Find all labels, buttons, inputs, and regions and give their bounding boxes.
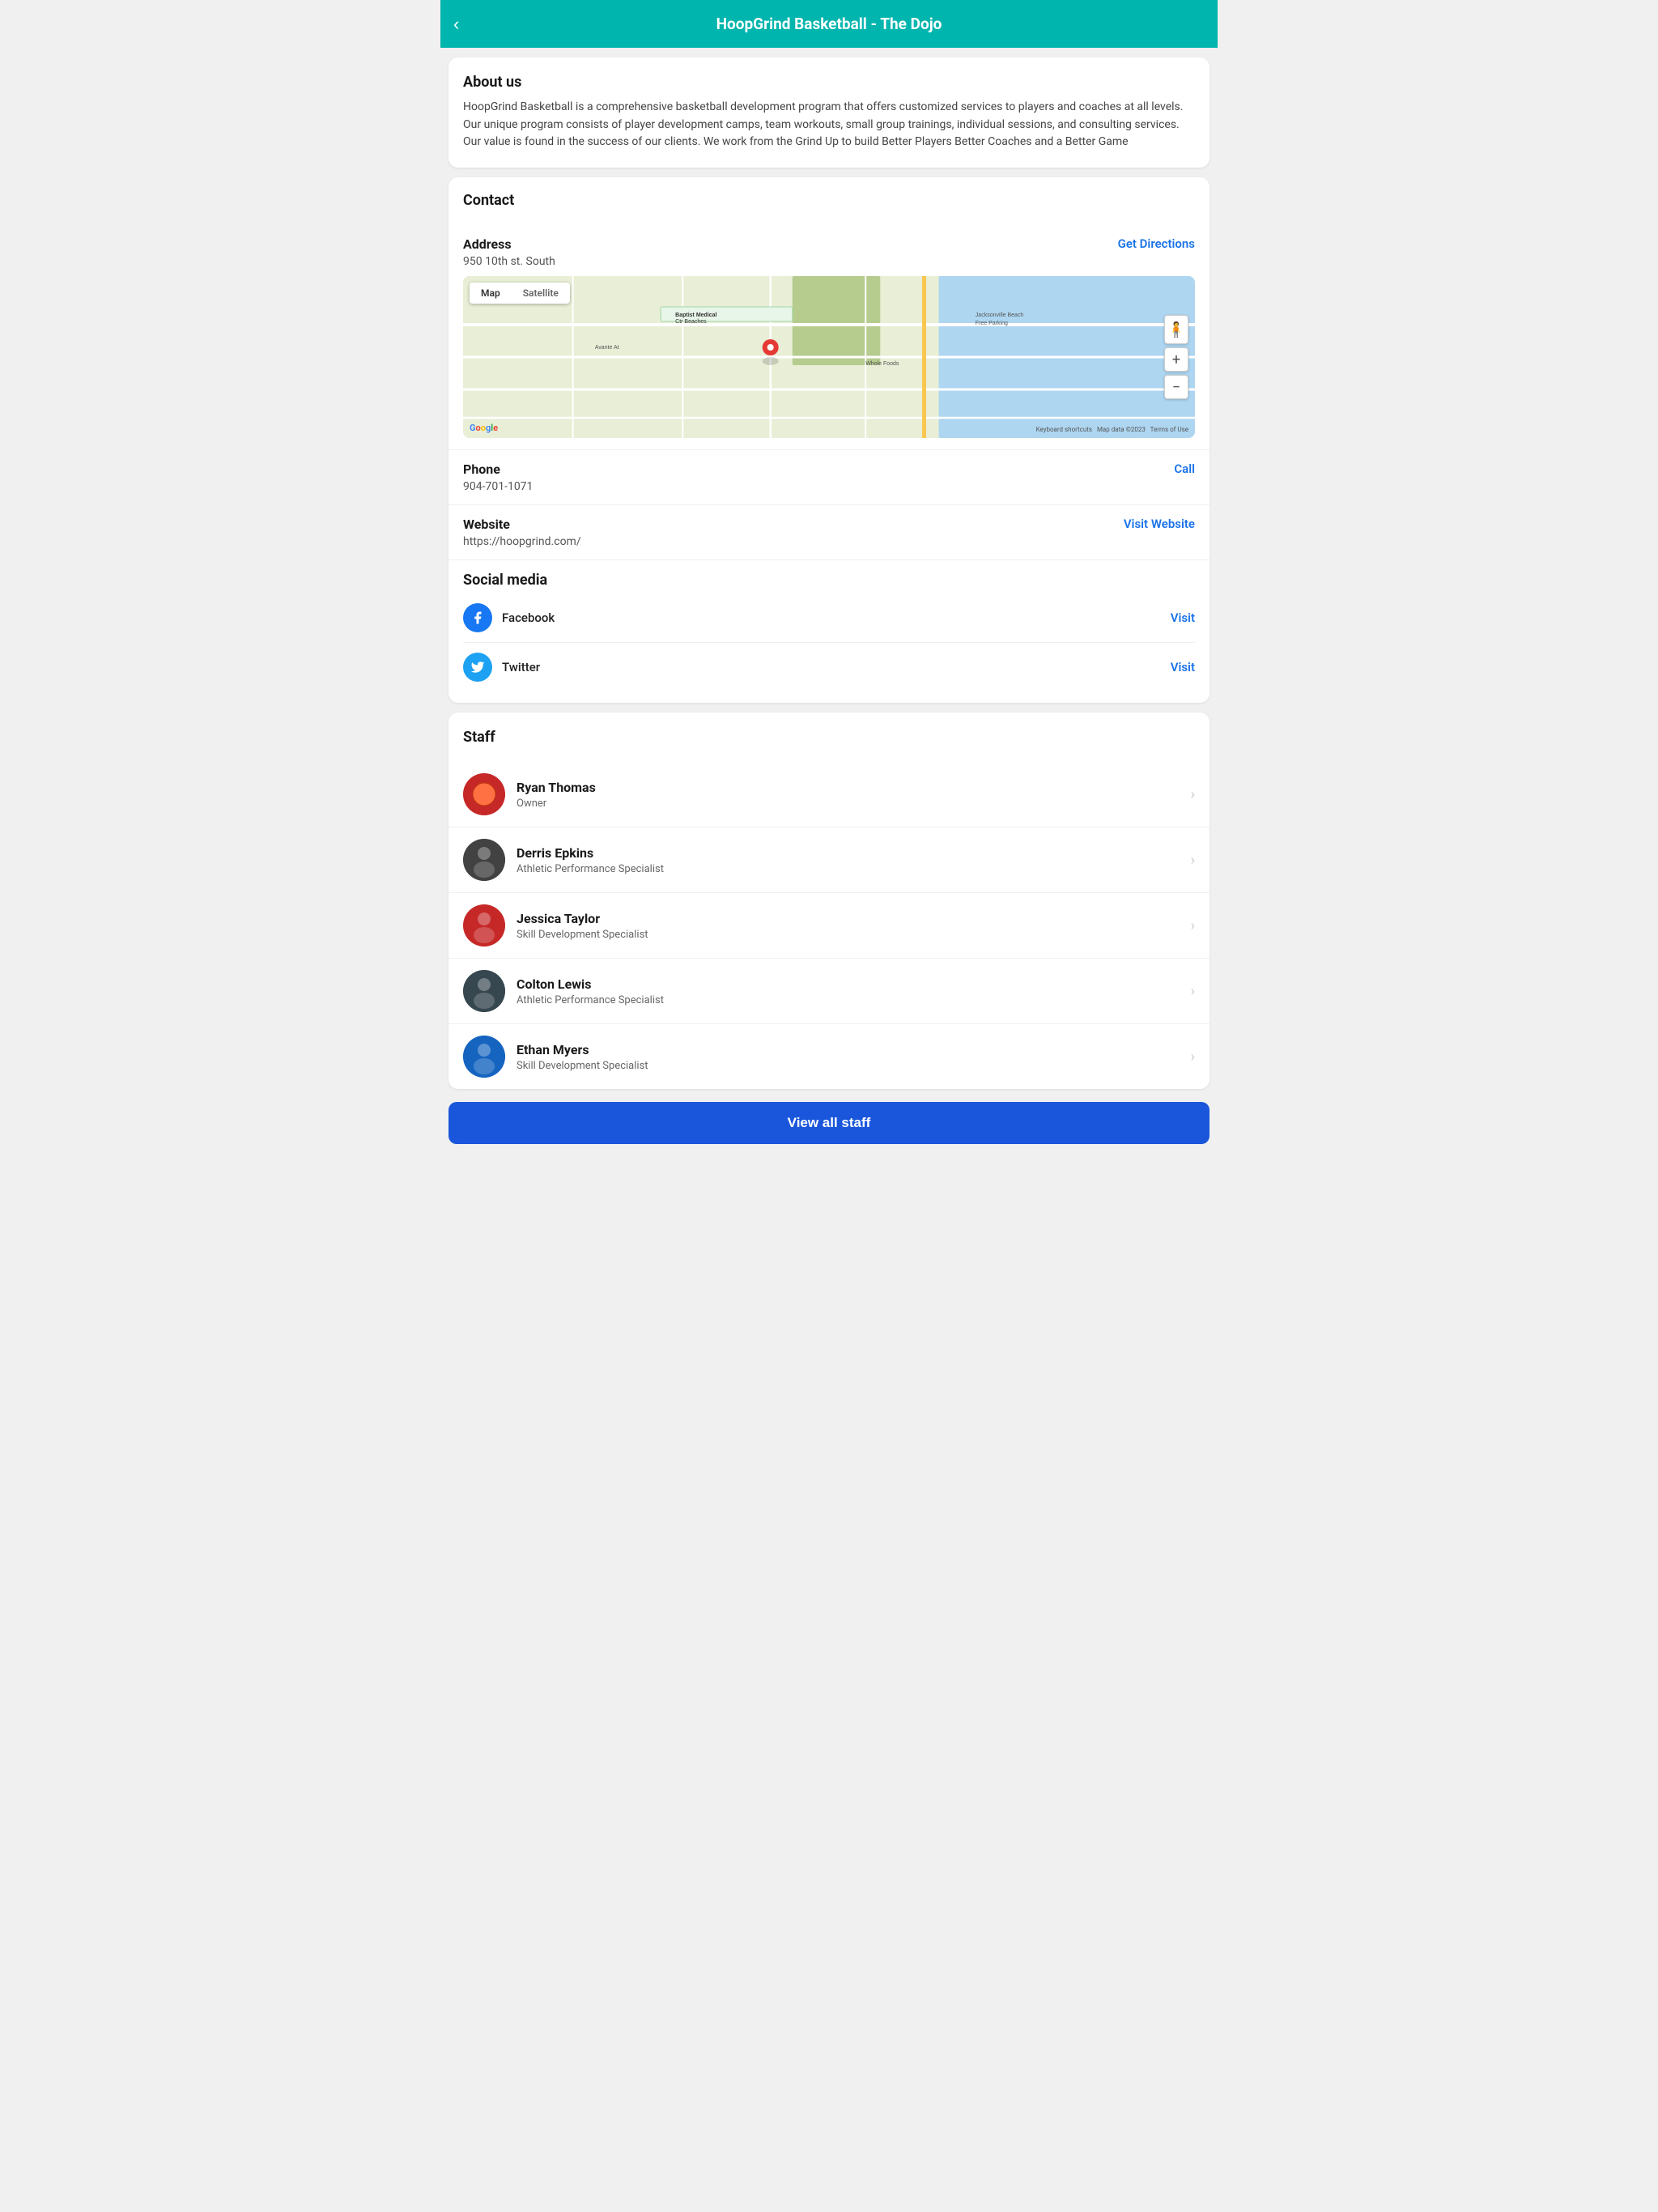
staff-member-name: Derris Epkins	[517, 845, 1191, 861]
zoom-in-button[interactable]: +	[1164, 347, 1188, 372]
staff-title: Staff	[463, 729, 1195, 746]
staff-info: Jessica Taylor Skill Development Speciali…	[517, 911, 1191, 941]
staff-row[interactable]: Colton Lewis Athletic Performance Special…	[449, 958, 1209, 1023]
chevron-right-icon: ›	[1191, 852, 1195, 869]
staff-member-name: Ethan Myers	[517, 1042, 1191, 1057]
staff-info: Colton Lewis Athletic Performance Special…	[517, 976, 1191, 1006]
zoom-out-button[interactable]: −	[1164, 375, 1188, 399]
contact-section: Contact Address Get Directions 950 10th …	[449, 177, 1209, 703]
svg-text:Ctr Beaches: Ctr Beaches	[675, 319, 707, 325]
phone-value: 904-701-1071	[463, 480, 1195, 493]
svg-text:Jacksonville Beach: Jacksonville Beach	[976, 313, 1024, 318]
map-credits: Keyboard shortcuts Map data ©2023 Terms …	[1036, 426, 1188, 433]
map-tab-map[interactable]: Map	[470, 283, 512, 304]
staff-info: Ryan Thomas Owner	[517, 780, 1191, 810]
staff-row[interactable]: Jessica Taylor Skill Development Speciali…	[449, 892, 1209, 958]
staff-info: Derris Epkins Athletic Performance Specia…	[517, 845, 1191, 875]
map-tab-satellite[interactable]: Satellite	[512, 283, 570, 304]
about-section: About us HoopGrind Basketball is a compr…	[449, 57, 1209, 168]
chevron-right-icon: ›	[1191, 1049, 1195, 1066]
website-value: https://hoopgrind.com/	[463, 535, 1195, 548]
facebook-label: Facebook	[502, 610, 555, 625]
page-title: HoopGrind Basketball - The Dojo	[716, 15, 942, 33]
map-container: Jacksonville Beach Avante At Jacksonvill…	[463, 276, 1195, 438]
staff-member-role: Athletic Performance Specialist	[517, 863, 1191, 875]
visit-website-link[interactable]: Visit Website	[1124, 517, 1195, 531]
twitter-icon	[463, 653, 492, 682]
staff-avatar	[463, 773, 505, 815]
staff-member-role: Athletic Performance Specialist	[517, 994, 1191, 1006]
staff-member-name: Ryan Thomas	[517, 780, 1191, 795]
get-directions-link[interactable]: Get Directions	[1118, 236, 1195, 251]
address-value: 950 10th st. South	[463, 255, 1195, 268]
staff-member-role: Owner	[517, 798, 1191, 810]
facebook-visit-link[interactable]: Visit	[1171, 610, 1195, 625]
staff-row[interactable]: Ethan Myers Skill Development Specialist›	[449, 1023, 1209, 1089]
street-view-button[interactable]: 🧍	[1164, 315, 1188, 344]
address-label: Address	[463, 236, 512, 252]
svg-text:Free Parking: Free Parking	[976, 321, 1008, 326]
svg-text:Whole Foods: Whole Foods	[865, 361, 899, 367]
staff-row[interactable]: Derris Epkins Athletic Performance Specia…	[449, 827, 1209, 892]
google-logo: Google	[470, 423, 498, 433]
staff-section: Staff Ryan ThomasOwner›Derris EpkinsAthl…	[449, 713, 1209, 1089]
website-row: Website Visit Website https://hoopgrind.…	[449, 505, 1209, 560]
twitter-label: Twitter	[502, 660, 540, 674]
twitter-visit-link[interactable]: Visit	[1171, 660, 1195, 674]
chevron-right-icon: ›	[1191, 917, 1195, 934]
social-media-title: Social media	[463, 572, 1195, 589]
about-title: About us	[463, 74, 1195, 91]
social-media-section: Social media Facebook Visit Twitte	[449, 560, 1209, 703]
back-button[interactable]: ‹	[453, 14, 459, 35]
address-row: Address Get Directions 950 10th st. Sout…	[449, 225, 1209, 450]
facebook-icon	[463, 603, 492, 632]
about-description: HoopGrind Basketball is a comprehensive …	[463, 99, 1195, 151]
staff-avatar	[463, 904, 505, 946]
chevron-right-icon: ›	[1191, 983, 1195, 1000]
staff-member-name: Colton Lewis	[517, 976, 1191, 992]
svg-text:Baptist Medical: Baptist Medical	[675, 313, 716, 318]
call-link[interactable]: Call	[1174, 462, 1195, 476]
staff-member-role: Skill Development Specialist	[517, 1060, 1191, 1072]
header: ‹ HoopGrind Basketball - The Dojo	[440, 0, 1218, 48]
staff-row[interactable]: Ryan Thomas Owner›	[449, 762, 1209, 827]
facebook-row: Facebook Visit	[463, 593, 1195, 643]
staff-member-name: Jessica Taylor	[517, 911, 1191, 926]
map-controls: 🧍 + −	[1164, 315, 1188, 399]
staff-info: Ethan Myers Skill Development Specialist	[517, 1042, 1191, 1072]
contact-title: Contact	[463, 192, 1195, 209]
staff-avatar	[463, 839, 505, 881]
twitter-row: Twitter Visit	[463, 643, 1195, 691]
chevron-right-icon: ›	[1191, 786, 1195, 803]
phone-label: Phone	[463, 462, 500, 477]
staff-list: Ryan ThomasOwner›Derris EpkinsAthletic P…	[449, 762, 1209, 1089]
view-all-staff-button[interactable]: View all staff	[449, 1102, 1209, 1144]
staff-avatar	[463, 970, 505, 1012]
svg-text:Avante At: Avante At	[595, 345, 619, 351]
staff-member-role: Skill Development Specialist	[517, 929, 1191, 941]
phone-row: Phone Call 904-701-1071	[449, 450, 1209, 505]
website-label: Website	[463, 517, 510, 532]
staff-avatar	[463, 1036, 505, 1078]
map-tabs: Map Satellite	[470, 283, 570, 304]
